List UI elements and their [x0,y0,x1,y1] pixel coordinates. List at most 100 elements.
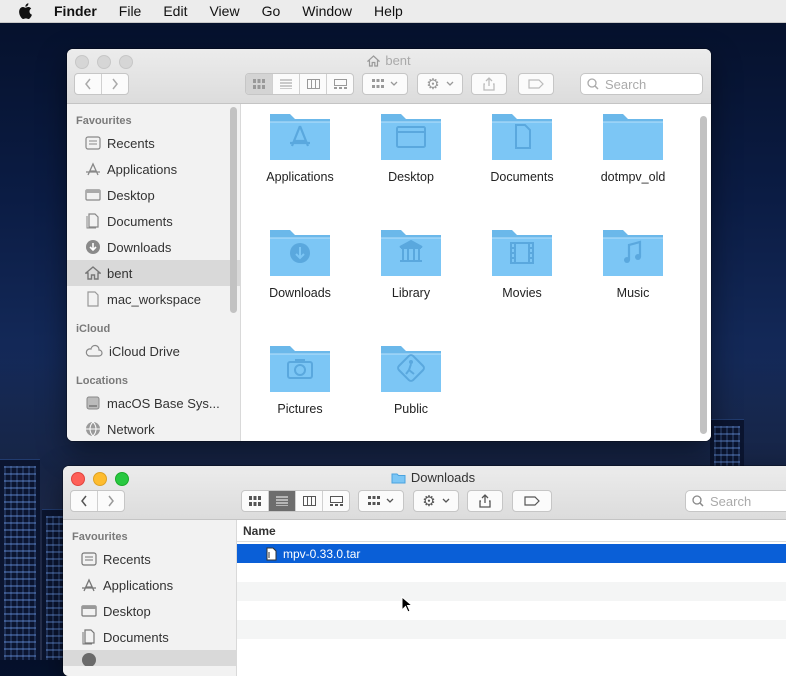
sidebar-item-label: Documents [103,629,169,645]
sidebar-item-label: Recents [103,551,151,567]
icon-view: Applications Desktop Documents dotmpv_old Do… [241,104,711,441]
view-mode-segment [241,490,350,512]
folder-label: Music [616,286,650,300]
search-field[interactable]: Search [580,73,703,95]
sidebar-item-recents[interactable]: Recents [67,130,240,156]
sidebar-item-label: bent [107,265,133,281]
sidebar-scrollbar[interactable] [230,107,237,313]
action-button[interactable]: ⚙ [413,490,459,512]
cloud-icon [85,344,103,357]
share-button[interactable] [471,73,507,95]
empty-row [237,639,786,658]
sidebar-item-desktop[interactable]: Desktop [63,598,236,624]
sidebar-item-mac-workspace[interactable]: mac_workspace [67,286,240,312]
folder-pictures[interactable]: Pictures [245,340,355,416]
menu-window[interactable]: Window [302,3,352,19]
tags-button[interactable] [518,73,554,95]
sidebar-item-downloads[interactable] [63,650,236,666]
column-header-name[interactable]: Name [237,520,786,542]
forward-button[interactable] [102,74,128,94]
sidebar-item-applications[interactable]: Applications [63,572,236,598]
action-button[interactable]: ⚙ [417,73,463,95]
icon-view-button[interactable] [242,491,269,511]
list-view-button[interactable] [273,74,300,94]
columns-icon [306,79,320,89]
empty-row [237,601,786,620]
empty-row [237,563,786,582]
search-field[interactable]: Search [685,490,786,512]
sidebar: Favourites Recents Applications Desktop … [63,520,237,676]
tag-icon [524,496,540,506]
folder-label: Public [393,402,429,416]
apple-icon[interactable] [18,3,32,19]
sidebar-item-applications[interactable]: Applications [67,156,240,182]
back-button[interactable] [71,491,98,511]
file-icon [87,291,99,307]
icon-grid-icon [249,496,261,506]
sidebar-item-icloud-drive[interactable]: iCloud Drive [67,338,240,364]
menu-file[interactable]: File [119,3,142,19]
sidebar-item-label: Network [107,421,155,437]
menu-go[interactable]: Go [262,3,281,19]
folder-desktop[interactable]: Desktop [356,108,466,184]
sidebar-item-recents[interactable]: Recents [63,546,236,572]
sidebar-item-macos-base-system[interactable]: macOS Base Sys... [67,390,240,416]
group-icon [372,79,384,88]
folder-music[interactable]: Music [578,224,688,300]
documents-icon [86,213,99,229]
sidebar-item-desktop[interactable]: Desktop [67,182,240,208]
chevron-down-icon [390,81,398,86]
chevron-down-icon [446,81,454,86]
column-view-button[interactable] [296,491,323,511]
search-icon [692,495,704,507]
list-view-button[interactable] [269,491,296,511]
group-by-button[interactable] [362,73,408,95]
menu-finder[interactable]: Finder [54,3,97,19]
folder-dotmpv-old[interactable]: dotmpv_old [578,108,688,184]
finder-window-downloads: Downloads ⚙ Search Favourites Recents Ap… [63,466,786,676]
window-title: Downloads [63,470,786,485]
downloads-icon [86,240,100,254]
folder-public[interactable]: Public [356,340,466,416]
sidebar-item-downloads[interactable]: Downloads [67,234,240,260]
back-button[interactable] [75,74,102,94]
network-globe-icon [86,421,100,437]
sidebar-item-label: Documents [107,213,173,229]
folder-documents[interactable]: Documents [467,108,577,184]
forward-button[interactable] [98,491,124,511]
gear-icon: ⚙ [422,492,436,510]
folder-downloads[interactable]: Downloads [245,224,355,300]
chevron-left-icon [85,78,91,90]
sidebar-item-network[interactable]: Network [67,416,240,441]
menu-help[interactable]: Help [374,3,403,19]
folder-label: Documents [490,170,554,184]
folder-label: Applications [266,170,334,184]
mouse-cursor-icon [401,596,413,613]
list-icon [276,496,288,506]
gallery-view-button[interactable] [327,74,353,94]
share-button[interactable] [467,490,503,512]
group-by-button[interactable] [358,490,404,512]
folder-applications[interactable]: Applications [245,108,355,184]
sidebar-item-bent[interactable]: bent [67,260,240,286]
content-scrollbar[interactable] [700,116,707,434]
chevron-right-icon [112,78,118,90]
sidebar: Favourites Recents Applications Desktop … [67,104,241,441]
gallery-view-button[interactable] [323,491,349,511]
tag-icon [528,79,544,89]
menu-view[interactable]: View [209,3,239,19]
column-view-button[interactable] [300,74,327,94]
desktop-icon [81,605,97,617]
folder-library[interactable]: Library [356,224,466,300]
sidebar-item-label: iCloud Drive [109,343,180,359]
menu-edit[interactable]: Edit [163,3,187,19]
search-placeholder: Search [710,493,752,509]
folder-movies[interactable]: Movies [467,224,577,300]
icon-view-button[interactable] [246,74,273,94]
tags-button[interactable] [512,490,552,512]
sidebar-item-documents[interactable]: Documents [63,624,236,650]
sidebar-item-documents[interactable]: Documents [67,208,240,234]
file-row[interactable]: mpv-0.33.0.tar [237,544,786,563]
gallery-icon [333,79,347,89]
share-icon [479,494,491,508]
